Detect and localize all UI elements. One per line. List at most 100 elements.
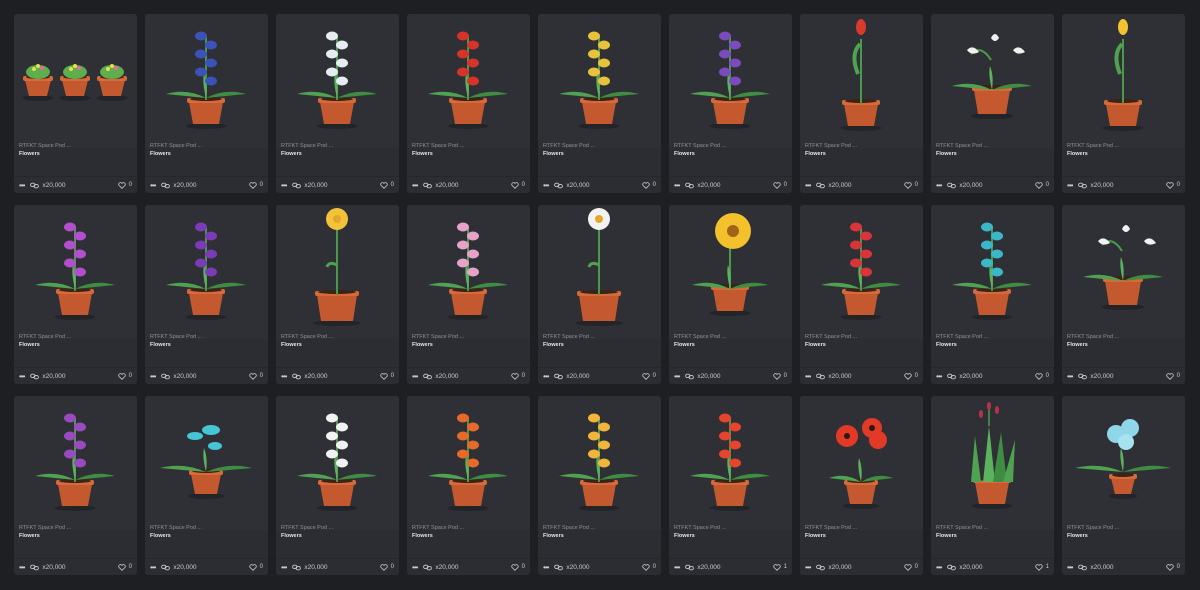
card-collection[interactable]: Flowers [281,150,395,158]
card-collection[interactable]: Flowers [1067,341,1181,349]
card-collection[interactable]: Flowers [1067,150,1181,158]
heart-icon[interactable] [117,181,126,189]
nft-card[interactable]: RTFKT Space Pod ... Flowers ••• x20,000 … [538,205,661,384]
nft-card[interactable]: RTFKT Space Pod ... Flowers ••• x20,000 … [669,396,792,575]
heart-icon[interactable] [510,563,519,571]
card-collection[interactable]: Flowers [543,532,657,540]
flower-pot-image[interactable] [538,14,661,148]
nft-card[interactable]: RTFKT Space Pod ... Flowers ••• x20,000 … [14,205,137,384]
heart-icon[interactable] [1165,563,1174,571]
nft-card[interactable]: RTFKT Space Pod ... Flowers ••• x20,000 … [669,14,792,193]
heart-icon[interactable] [772,372,781,380]
flower-pot-image[interactable] [669,396,792,530]
more-options-icon[interactable]: ••• [1067,372,1073,381]
heart-icon[interactable] [379,372,388,380]
heart-icon[interactable] [117,372,126,380]
nft-card[interactable]: RTFKT Space Pod ... Flowers ••• x20,000 … [276,396,399,575]
heart-icon[interactable] [379,563,388,571]
heart-icon[interactable] [903,563,912,571]
card-collection[interactable]: Flowers [281,341,395,349]
card-collection[interactable]: Flowers [150,532,264,540]
more-options-icon[interactable]: ••• [281,563,287,572]
card-collection[interactable]: Flowers [412,532,526,540]
flower-pot-image[interactable] [669,205,792,339]
flower-pot-image[interactable] [14,14,137,148]
more-options-icon[interactable]: ••• [281,181,287,190]
heart-icon[interactable] [117,563,126,571]
flower-pot-image[interactable] [145,396,268,530]
flower-pot-image[interactable] [276,396,399,530]
heart-icon[interactable] [641,563,650,571]
nft-card[interactable]: RTFKT Space Pod ... Flowers ••• x20,000 … [145,205,268,384]
more-options-icon[interactable]: ••• [674,372,680,381]
more-options-icon[interactable]: ••• [19,372,25,381]
heart-icon[interactable] [772,181,781,189]
flower-pot-image[interactable] [931,205,1054,339]
card-collection[interactable]: Flowers [412,341,526,349]
card-collection[interactable]: Flowers [805,532,919,540]
heart-icon[interactable] [772,563,781,571]
card-collection[interactable]: Flowers [543,341,657,349]
card-collection[interactable]: Flowers [936,341,1050,349]
heart-icon[interactable] [1034,372,1043,380]
card-collection[interactable]: Flowers [674,150,788,158]
heart-icon[interactable] [903,181,912,189]
more-options-icon[interactable]: ••• [936,181,942,190]
nft-card[interactable]: RTFKT Space Pod ... Flowers ••• x20,000 … [14,396,137,575]
card-collection[interactable]: Flowers [19,150,133,158]
card-collection[interactable]: Flowers [281,532,395,540]
nft-card[interactable]: RTFKT Space Pod ... Flowers ••• x20,000 … [1062,205,1185,384]
flower-pot-image[interactable] [1062,14,1185,148]
flower-pot-image[interactable] [145,205,268,339]
flower-pot-image[interactable] [931,396,1054,530]
flower-pot-image[interactable] [14,205,137,339]
nft-card[interactable]: RTFKT Space Pod ... Flowers ••• x20,000 … [931,14,1054,193]
more-options-icon[interactable]: ••• [1067,563,1073,572]
heart-icon[interactable] [903,372,912,380]
heart-icon[interactable] [248,181,257,189]
heart-icon[interactable] [510,181,519,189]
more-options-icon[interactable]: ••• [805,563,811,572]
nft-card[interactable]: RTFKT Space Pod ... Flowers ••• x20,000 … [800,14,923,193]
more-options-icon[interactable]: ••• [805,181,811,190]
flower-pot-image[interactable] [407,205,530,339]
nft-card[interactable]: RTFKT Space Pod ... Flowers ••• x20,000 … [538,396,661,575]
nft-card[interactable]: RTFKT Space Pod ... Flowers ••• x20,000 … [669,205,792,384]
more-options-icon[interactable]: ••• [150,181,156,190]
more-options-icon[interactable]: ••• [936,563,942,572]
more-options-icon[interactable]: ••• [19,181,25,190]
flower-pot-image[interactable] [538,396,661,530]
more-options-icon[interactable]: ••• [543,181,549,190]
flower-pot-image[interactable] [538,205,661,339]
nft-card[interactable]: RTFKT Space Pod ... Flowers ••• x20,000 … [407,14,530,193]
card-collection[interactable]: Flowers [150,341,264,349]
heart-icon[interactable] [1034,563,1043,571]
nft-card[interactable]: RTFKT Space Pod ... Flowers ••• x20,000 … [931,396,1054,575]
more-options-icon[interactable]: ••• [674,563,680,572]
flower-pot-image[interactable] [145,14,268,148]
card-collection[interactable]: Flowers [936,150,1050,158]
flower-pot-image[interactable] [276,14,399,148]
nft-card[interactable]: RTFKT Space Pod ... Flowers ••• x20,000 … [931,205,1054,384]
flower-pot-image[interactable] [931,14,1054,148]
more-options-icon[interactable]: ••• [412,372,418,381]
card-collection[interactable]: Flowers [936,532,1050,540]
card-collection[interactable]: Flowers [543,150,657,158]
heart-icon[interactable] [510,372,519,380]
card-collection[interactable]: Flowers [19,532,133,540]
more-options-icon[interactable]: ••• [412,563,418,572]
flower-pot-image[interactable] [1062,205,1185,339]
more-options-icon[interactable]: ••• [543,372,549,381]
more-options-icon[interactable]: ••• [19,563,25,572]
nft-card[interactable]: RTFKT Space Pod ... Flowers ••• x20,000 … [145,14,268,193]
flower-pot-image[interactable] [800,396,923,530]
nft-card[interactable]: RTFKT Space Pod ... Flowers ••• x20,000 … [1062,14,1185,193]
card-collection[interactable]: Flowers [150,150,264,158]
flower-pot-image[interactable] [407,396,530,530]
card-collection[interactable]: Flowers [674,532,788,540]
nft-card[interactable]: RTFKT Space Pod ... Flowers ••• x20,000 … [538,14,661,193]
more-options-icon[interactable]: ••• [412,181,418,190]
card-collection[interactable]: Flowers [805,341,919,349]
nft-card[interactable]: RTFKT Space Pod ... Flowers ••• x20,000 … [800,205,923,384]
nft-card[interactable]: RTFKT Space Pod ... Flowers ••• x20,000 … [14,14,137,193]
